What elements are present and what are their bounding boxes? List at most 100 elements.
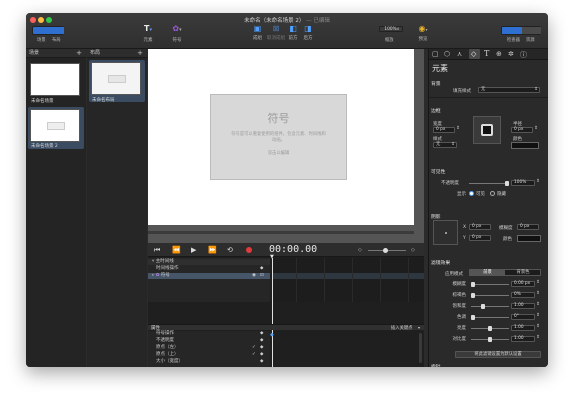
- fill-style-select[interactable]: 无 ⇕: [478, 87, 540, 93]
- stepper-icon[interactable]: ⇕: [536, 302, 540, 307]
- filter-slider[interactable]: [471, 282, 509, 287]
- playhead-handle-icon[interactable]: ▼: [270, 254, 274, 260]
- step-forward-icon[interactable]: ⏩: [208, 246, 217, 254]
- shadow-color-well[interactable]: [517, 235, 541, 242]
- scene-thumbnail-selected[interactable]: [30, 109, 80, 142]
- property-row[interactable]: 原点（左） ✓ ◆: [152, 345, 270, 351]
- filter-value-field[interactable]: 0.00 px: [511, 281, 535, 287]
- scene-name[interactable]: 未命名场景: [31, 98, 54, 104]
- timeline-zoom-in-icon[interactable]: ◇: [411, 247, 415, 253]
- stepper-icon[interactable]: ⇕: [536, 280, 540, 285]
- zoom-field[interactable]: 100%⇕: [379, 26, 403, 32]
- playhead[interactable]: [272, 258, 273, 367]
- add-keyframe-icon[interactable]: ◆: [260, 359, 263, 365]
- opacity-slider[interactable]: [469, 181, 509, 186]
- shadow-x-field[interactable]: 0 px: [469, 224, 491, 230]
- stepper-icon[interactable]: ⇕: [536, 324, 540, 329]
- preview-button[interactable]: ◉▾ 预览: [415, 24, 431, 42]
- property-row[interactable]: 大小（宽度） ◆: [152, 359, 270, 365]
- ungroup-button[interactable]: ⊠ 取消成组: [265, 24, 287, 41]
- filter-slider-knob[interactable]: [488, 326, 492, 331]
- shadow-y-field[interactable]: 0 px: [469, 235, 491, 241]
- symbol-button[interactable]: ✿▾ 符号: [166, 24, 188, 43]
- bring-forward-button[interactable]: ◧ 前方: [286, 24, 300, 41]
- filter-slider-knob[interactable]: [471, 282, 475, 287]
- scene-name-selected[interactable]: 未命名场景 2: [31, 143, 58, 149]
- border-corner-picker[interactable]: [473, 116, 501, 144]
- filter-slider-knob[interactable]: [471, 293, 475, 298]
- add-keyframe-icon[interactable]: ◆: [260, 331, 263, 337]
- horizontal-scrollbar[interactable]: [148, 231, 414, 234]
- text-tab-icon[interactable]: T: [484, 49, 489, 58]
- add-scene-button[interactable]: +: [76, 49, 82, 58]
- shadow-blur-field[interactable]: 0 px: [517, 224, 539, 230]
- timeline-zoom-slider[interactable]: [368, 248, 406, 253]
- pin-icon[interactable]: ✓: [252, 345, 256, 351]
- gear-icon[interactable]: ✲: [508, 50, 514, 58]
- opacity-field[interactable]: 100%: [511, 180, 535, 186]
- vertical-scrollbar[interactable]: [419, 333, 422, 363]
- layout-thumbnail[interactable]: [91, 62, 141, 95]
- metrics-tab-icon[interactable]: ⬡: [444, 50, 450, 58]
- group-button[interactable]: ▣ 成组: [249, 24, 266, 41]
- info-icon[interactable]: ⓘ: [520, 50, 527, 60]
- position-tab-icon[interactable]: ⋏: [457, 50, 462, 58]
- property-row[interactable]: 符号操作 ◆: [152, 331, 270, 337]
- property-row[interactable]: 原点（上） ✓ ◆: [152, 352, 270, 358]
- insert-keyframe-button[interactable]: 插入关键点: [391, 325, 412, 331]
- filter-value-field[interactable]: 0%: [511, 292, 535, 298]
- chevron-down-icon[interactable]: ▾: [418, 325, 420, 330]
- filter-value-field[interactable]: 1.00: [511, 303, 535, 309]
- step-back-icon[interactable]: ⏪: [172, 246, 181, 254]
- track-row[interactable]: 时间线操作 ◆: [152, 266, 270, 272]
- add-keyframe-icon[interactable]: ◆: [260, 345, 263, 351]
- opacity-knob[interactable]: [505, 181, 509, 186]
- loop-icon[interactable]: ⟲: [227, 246, 233, 254]
- border-width-field[interactable]: 0 px: [433, 127, 455, 133]
- stepper-icon[interactable]: ⇕: [536, 179, 540, 184]
- stepper-icon[interactable]: ⇕: [536, 335, 540, 340]
- border-color-well[interactable]: [511, 142, 539, 149]
- shadow-angle-picker[interactable]: [433, 220, 458, 245]
- record-button[interactable]: [246, 247, 252, 253]
- filter-value-field[interactable]: 0°: [511, 314, 535, 320]
- stepper-icon[interactable]: ⇕: [536, 313, 540, 318]
- document-tab-icon[interactable]: ▢: [432, 50, 439, 58]
- add-keyframe-icon[interactable]: ◆: [260, 338, 263, 344]
- visibility-eye-icon[interactable]: ◉: [252, 273, 256, 279]
- property-row[interactable]: 不透明度 ◆: [152, 338, 270, 344]
- background-tab[interactable]: 背景色: [506, 270, 540, 275]
- add-layout-button[interactable]: +: [137, 49, 143, 58]
- lock-icon[interactable]: ⊡: [260, 273, 264, 279]
- filter-slider[interactable]: [471, 293, 509, 298]
- filter-value-field[interactable]: 1.00: [511, 336, 535, 342]
- element-button[interactable]: T▾ 元素: [138, 24, 158, 43]
- keyframe-area[interactable]: ▼: [270, 254, 424, 367]
- filter-slider[interactable]: [471, 304, 509, 309]
- filter-slider-knob[interactable]: [481, 304, 485, 309]
- add-keyframe-icon[interactable]: ◆: [260, 352, 263, 358]
- layout-panel-toggle[interactable]: [49, 27, 64, 34]
- scene-panel-toggle[interactable]: [33, 27, 49, 34]
- timeline-zoom-out-icon[interactable]: ◇: [358, 247, 362, 253]
- visible-radio[interactable]: [469, 191, 474, 196]
- border-style-select[interactable]: 无 ⇕: [433, 142, 457, 148]
- filter-slider[interactable]: [471, 315, 509, 320]
- timeline-zoom-knob[interactable]: [383, 248, 388, 253]
- filter-slider[interactable]: [471, 337, 509, 342]
- canvas[interactable]: 符号 符号是可以重复使用的组件。包含元素、时间线和动画。 双击以编辑: [148, 49, 414, 225]
- pin-icon[interactable]: ✓: [252, 352, 256, 358]
- filter-slider-knob[interactable]: [488, 337, 492, 342]
- track-row[interactable]: ▾ 主时间线: [148, 259, 270, 265]
- set-default-filter-button[interactable]: 将此滤镜设置为默认设置: [455, 351, 541, 358]
- filter-slider-knob[interactable]: [471, 315, 475, 320]
- layout-name[interactable]: 未命名布局: [92, 97, 115, 103]
- inspector-toggle[interactable]: [502, 27, 522, 34]
- stepper-icon[interactable]: ⇕: [534, 126, 538, 131]
- stepper-icon[interactable]: ⇕: [536, 291, 540, 296]
- filters-tab-icon[interactable]: ⊕: [496, 50, 502, 58]
- go-to-start-icon[interactable]: ⏮: [154, 246, 160, 255]
- track-row-selected[interactable]: ▸ ✿ 符号 ◉ ⊡: [148, 273, 270, 279]
- stepper-icon[interactable]: ⇕: [456, 126, 460, 131]
- filter-slider[interactable]: [471, 326, 509, 331]
